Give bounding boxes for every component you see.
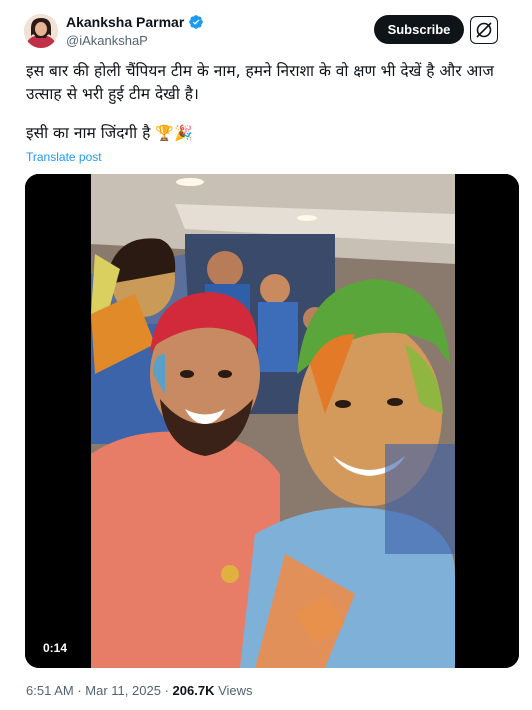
- post-time[interactable]: 6:51 AM: [26, 683, 74, 698]
- grok-icon[interactable]: [470, 16, 498, 44]
- views-label: Views: [218, 683, 253, 698]
- views-count: 206.7K: [172, 683, 215, 698]
- post-line-3-row: इसी का नाम जिंदगी है 🏆🎉: [26, 122, 516, 145]
- avatar[interactable]: [24, 14, 58, 48]
- subscribe-button[interactable]: Subscribe: [374, 15, 464, 44]
- video-player[interactable]: [25, 174, 519, 668]
- post-date[interactable]: Mar 11, 2025: [85, 683, 161, 698]
- post-line-1: इस बार की होली चैंपियन टीम के नाम, हमने …: [26, 62, 494, 80]
- video-thumbnail: [25, 174, 519, 668]
- meta-separator: ·: [77, 683, 82, 698]
- author-name[interactable]: Akanksha Parmar: [66, 14, 184, 30]
- video-duration: 0:14: [37, 640, 74, 656]
- author-handle[interactable]: @iAkankshaP: [66, 33, 148, 48]
- post-line-2: उत्साह से भरी हुई टीम देखी है।: [26, 85, 199, 103]
- post-line-3: इसी का नाम जिंदगी है: [26, 124, 151, 142]
- tweet: Akanksha Parmar @iAkankshaP Subscribe इस…: [0, 0, 532, 710]
- author-name-row: Akanksha Parmar: [66, 14, 204, 30]
- trophy-party-emoji: 🏆🎉: [155, 124, 193, 142]
- meta-separator-2: ·: [164, 683, 169, 698]
- translate-post-link[interactable]: Translate post: [26, 150, 102, 164]
- post-text: इस बार की होली चैंपियन टीम के नाम, हमने …: [26, 60, 516, 145]
- post-meta: 6:51 AM · Mar 11, 2025 · 206.7K Views: [26, 683, 253, 698]
- verified-badge-icon: [189, 15, 204, 29]
